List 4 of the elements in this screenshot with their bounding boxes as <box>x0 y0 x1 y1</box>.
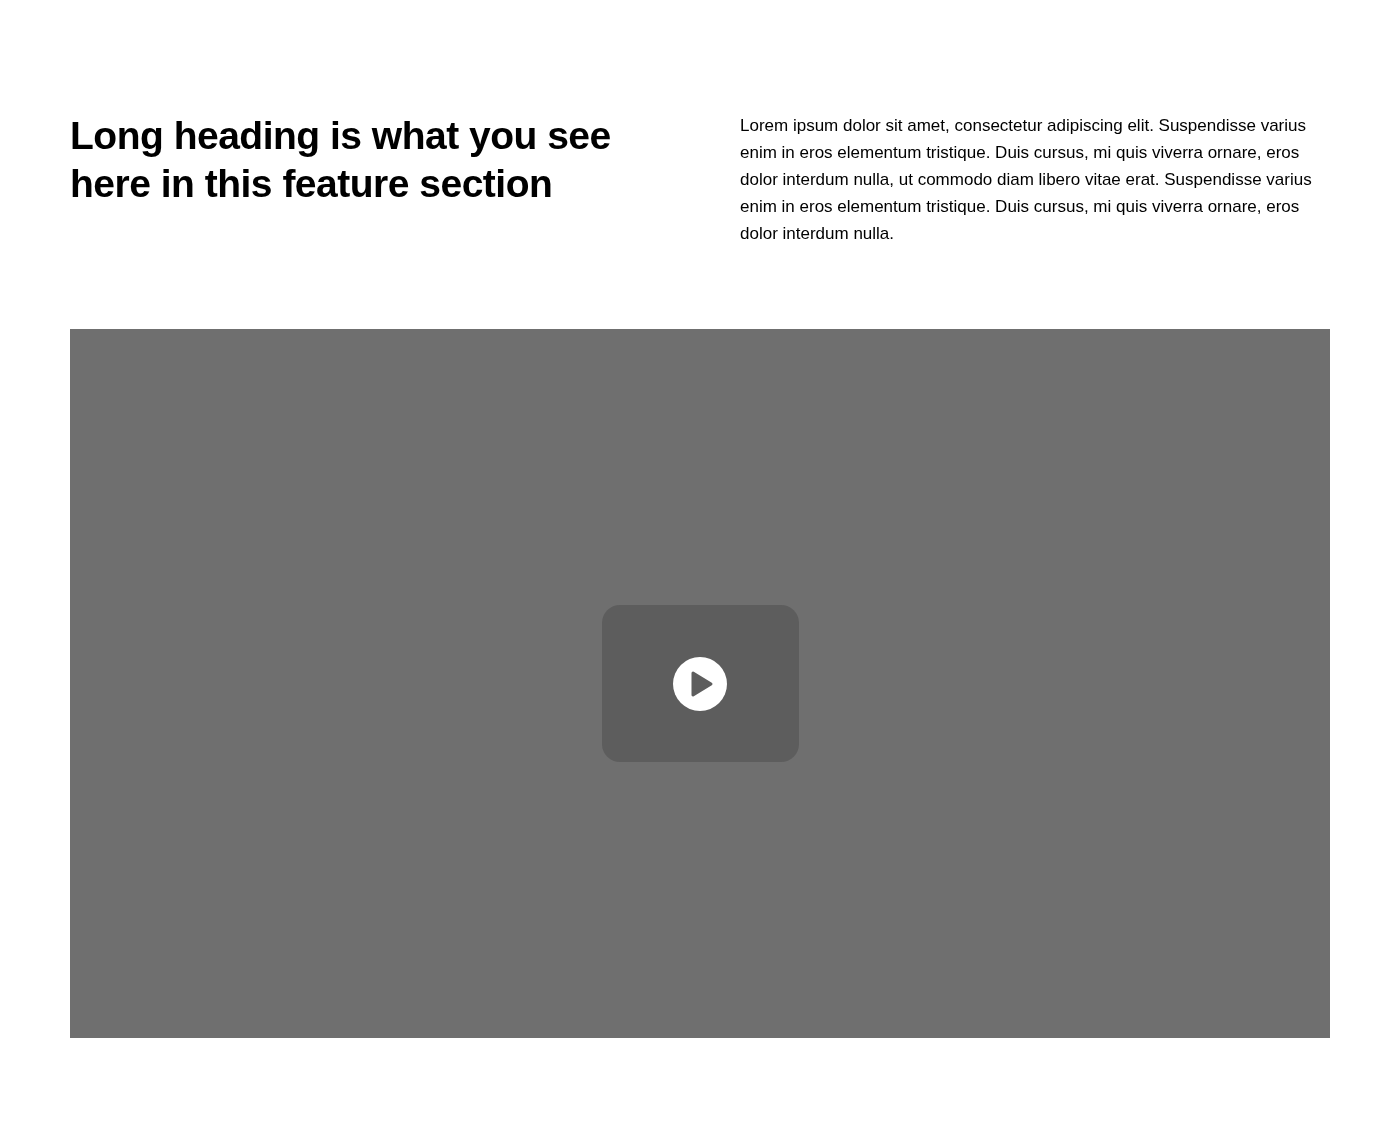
section-description: Lorem ipsum dolor sit amet, consectetur adipiscing elit. Suspendisse varius enim in eros elementum tristique. Duis cursus, mi quis viverra ornare, eros dolor interdum nulla, ut commodo diam libero vitae erat. Suspendisse varius enim in eros elementum tristique. Duis cursus, mi quis viverra ornare, eros dolor interdum nulla. <box>740 115 1313 245</box>
play-button[interactable] <box>601 605 799 762</box>
section-heading: Long heading is what you see here in this feature section <box>70 113 612 207</box>
play-icon <box>673 656 727 711</box>
